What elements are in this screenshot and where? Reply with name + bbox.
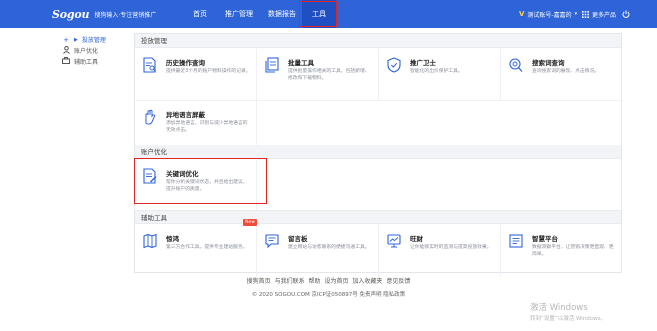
play-icon: ▶ (74, 36, 78, 43)
account-menu[interactable]: V 测试账号-嘉嘉的 ▾ (519, 0, 577, 28)
card-desc: 提供批量操作相关的工具，包括新增、修改和下载物料。 (288, 69, 370, 81)
sidebar-item-delivery-management[interactable]: + ▶ 投放管理 (62, 34, 132, 45)
card-title: 推广卫士 (410, 59, 436, 67)
documents-stack-icon (265, 57, 279, 73)
tool-card-search-term-query[interactable]: 搜索词查询 查询搜索词的展现、点击情况。 (501, 49, 623, 101)
power-icon (622, 10, 630, 18)
tool-card-batch-tools[interactable]: 批量工具 提供批量操作相关的工具，包括新增、修改和下载物料。 (257, 49, 379, 101)
sidebar-item-label: 辅助工具 (74, 59, 99, 66)
monitor-icon (387, 234, 401, 248)
card-title: 留言板 (288, 235, 308, 243)
card-title: 批量工具 (288, 59, 314, 67)
logout-button[interactable] (622, 0, 630, 28)
brand-slogan: 搜狗输入·专注营销推广 (94, 11, 157, 19)
tool-card-wangcai[interactable]: 旺财 让你能够实时的监测与提高投放效果。 (379, 225, 501, 277)
tool-card-smart-platform[interactable]: 智慧平台 数据洞察平台，让营销决策更直观、更简单。 (501, 225, 623, 277)
card-desc: 让你能够实时的监测与提高投放效果。 (410, 245, 492, 250)
card-title: 搜索词查询 (532, 59, 565, 67)
card-desc: 提供最近3个月的账户物料操作的记录。 (166, 69, 251, 74)
new-badge: New (243, 219, 257, 226)
shield-icon (387, 57, 401, 73)
nav-promotion-management[interactable]: 推广管理 (219, 0, 259, 28)
sidebar-item-account-optimization[interactable]: 账户优化 (62, 45, 132, 56)
person-icon (62, 45, 70, 56)
document-edit-icon (143, 168, 157, 184)
windows-activation-watermark: 激活 Windows 转到“设置”以激活 Windows。 (530, 301, 606, 322)
dashboard-list-icon (509, 234, 523, 248)
card-desc: 第三方合作工具，提供专业建站服务。 (166, 245, 248, 250)
tool-card-message-board[interactable]: 留言板 建立网站与访客联系的便捷沟通工具。 (257, 225, 379, 277)
tools-panel: 投放管理 历史操作查询 提供最近3个月的账户物料操作的记录。 批量工具 提供批量… (134, 33, 623, 277)
tool-card-history-query[interactable]: 历史操作查询 提供最近3个月的账户物料操作的记录。 (135, 49, 257, 101)
card-title: 历史操作查询 (166, 59, 205, 67)
footer-link[interactable]: 意见反馈 (386, 278, 410, 285)
toolbox-icon (62, 57, 70, 66)
nav-home[interactable]: 首页 (185, 0, 215, 28)
brand-logo: Sogou (52, 7, 90, 21)
sidebar: + ▶ 投放管理 账户优化 辅助工具 (62, 34, 132, 67)
chat-bubble-icon (265, 234, 279, 249)
sidebar-item-label: 账户优化 (74, 48, 99, 55)
card-desc: 添加异地语言，识别与减少异地语言的无效点击。 (166, 121, 248, 133)
account-name: 测试账号-嘉嘉的 (527, 11, 572, 19)
card-desc: 查询搜索词的展现、点击情况。 (532, 69, 600, 74)
card-desc: 帮你分析关键词状态，并且给出建议，提升账户的质量。 (166, 180, 248, 192)
tool-card-keyword-optimization[interactable]: 关键词优化 帮你分析关键词状态，并且给出建议，提升账户的质量。 (135, 160, 257, 212)
plus-icon: + (63, 35, 69, 44)
document-search-icon (143, 57, 156, 73)
sidebar-item-auxiliary-tools[interactable]: 辅助工具 (62, 56, 132, 67)
section-header-account-optimization: 账户优化 (135, 145, 621, 159)
magnifier-target-icon (509, 58, 523, 72)
card-desc: 建立网站与访客联系的便捷沟通工具。 (288, 245, 370, 250)
nav-tools[interactable]: 工具 (302, 0, 336, 28)
footer-link[interactable]: 设为首页 (324, 278, 348, 285)
card-desc: 数据洞察平台，让营销决策更直观、更简单。 (532, 245, 614, 257)
card-title: 关键词优化 (166, 170, 199, 178)
nav-data-report[interactable]: 数据报告 (262, 0, 302, 28)
grid-icon (582, 10, 589, 18)
footer-copyright: © 2020 SOGOU.COM 京ICP证050897号 免责声明 隐私政策 (251, 292, 406, 298)
section-header-auxiliary-tools: 辅助工具 (135, 210, 621, 224)
footer-link[interactable]: 搜狗首页 (247, 278, 271, 285)
card-title: 惊鸿 (166, 235, 179, 243)
brand[interactable]: Sogou 搜狗输入·专注营销推广 (52, 7, 156, 21)
map-icon (143, 233, 157, 249)
card-title: 旺财 (410, 235, 423, 243)
footer-link[interactable]: 帮助 (309, 278, 321, 285)
tool-card-jinghong[interactable]: New 惊鸿 第三方合作工具，提供专业建站服务。 (135, 219, 257, 277)
account-icon: V (519, 10, 525, 18)
watermark-line-1: 激活 Windows (530, 303, 588, 313)
chevron-down-icon: ▾ (574, 11, 578, 17)
footer-links: 搜狗首页 与我们联系 帮助 设为首页 加入收藏夹 意见反馈 (0, 276, 657, 285)
footer-link[interactable]: 与我们联系 (275, 278, 305, 285)
card-title: 智慧平台 (532, 235, 558, 243)
top-bar: Sogou 搜狗输入·专注营销推广 首页 推广管理 数据报告 工具 V 测试账号… (0, 0, 657, 28)
card-title: 异地语言屏蔽 (166, 111, 205, 119)
tool-card-promotion-guard[interactable]: 推广卫士 智能化的出价保护工具。 (379, 49, 501, 101)
sidebar-item-label: 投放管理 (81, 37, 106, 44)
card-desc: 智能化的出价保护工具。 (410, 69, 463, 74)
more-products-menu[interactable]: 更多产品 (582, 0, 616, 28)
hand-block-icon (145, 109, 155, 125)
more-products-label: 更多产品 (592, 11, 617, 19)
watermark-line-2: 转到“设置”以激活 Windows。 (530, 316, 606, 322)
footer-link[interactable]: 加入收藏夹 (352, 278, 382, 285)
section-header-delivery-management: 投放管理 (135, 34, 621, 48)
